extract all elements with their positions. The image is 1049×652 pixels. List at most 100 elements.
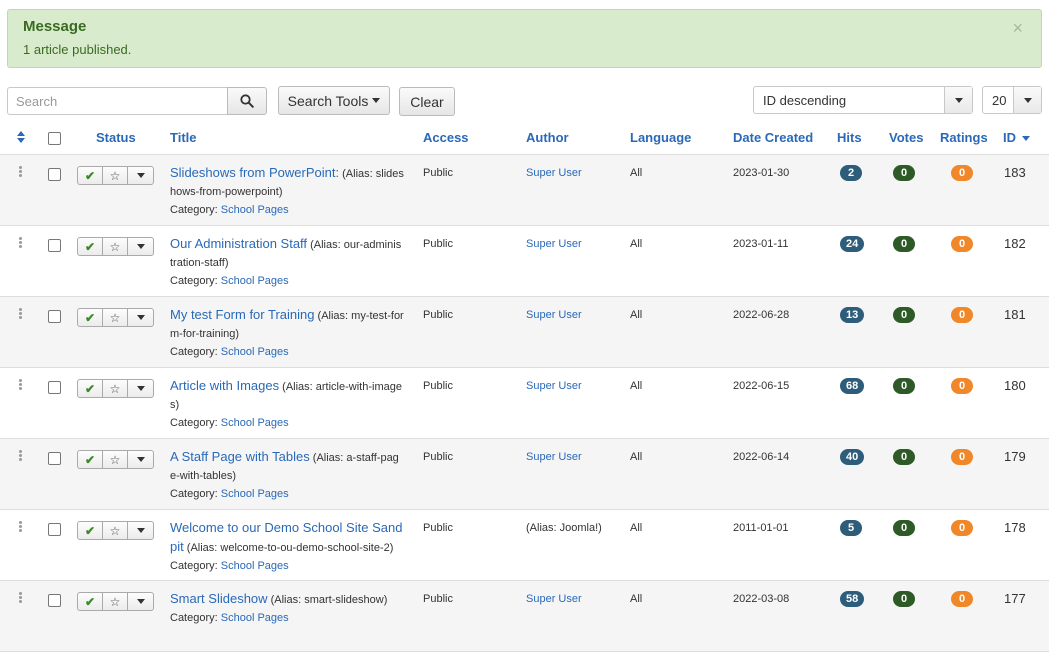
category-link[interactable]: School Pages — [221, 488, 289, 500]
message-text: 1 article published. — [23, 42, 132, 57]
id-value: 182 — [1004, 236, 1026, 251]
hits-badge: 5 — [840, 520, 862, 536]
drag-handle-icon[interactable] — [19, 592, 23, 604]
column-status[interactable]: Status — [96, 130, 136, 145]
category-link[interactable]: School Pages — [221, 204, 289, 216]
published-toggle[interactable]: ✔ — [78, 522, 103, 539]
category-link[interactable]: School Pages — [221, 346, 289, 358]
title-cell: Smart Slideshow (Alias: smart-slideshow)… — [170, 590, 410, 627]
status-button-group: ✔ ☆ — [77, 166, 154, 185]
featured-toggle[interactable]: ☆ — [103, 451, 128, 468]
id-value: 177 — [1004, 591, 1026, 606]
actions-dropdown[interactable] — [128, 238, 153, 255]
category-label: Category: — [170, 560, 218, 572]
access-value: Public — [423, 380, 453, 392]
actions-dropdown[interactable] — [128, 309, 153, 326]
row-checkbox[interactable] — [48, 310, 61, 323]
access-value: Public — [423, 451, 453, 463]
limit-value: 20 — [992, 92, 1007, 108]
published-toggle[interactable]: ✔ — [78, 593, 103, 610]
drag-handle-icon[interactable] — [19, 166, 23, 178]
search-tools-button[interactable]: Search Tools — [278, 86, 390, 115]
category-link[interactable]: School Pages — [221, 560, 289, 572]
column-votes[interactable]: Votes — [889, 130, 923, 145]
column-id[interactable]: ID — [1003, 130, 1030, 145]
article-title-link[interactable]: Our Administration Staff — [170, 236, 307, 251]
drag-handle-icon[interactable] — [19, 521, 23, 533]
votes-badge: 0 — [893, 378, 915, 394]
actions-dropdown[interactable] — [128, 522, 153, 539]
sort-icon[interactable] — [16, 130, 26, 144]
date-created-value: 2011-01-01 — [733, 522, 789, 534]
star-icon: ☆ — [109, 452, 121, 467]
author-link[interactable]: Super User — [526, 593, 582, 605]
author-link[interactable]: Super User — [526, 451, 582, 463]
column-access[interactable]: Access — [423, 130, 469, 145]
limit-select[interactable]: 20 — [982, 86, 1042, 114]
column-date-created[interactable]: Date Created — [733, 130, 813, 145]
published-toggle[interactable]: ✔ — [78, 167, 103, 184]
star-icon: ☆ — [109, 310, 121, 325]
close-icon[interactable]: × — [1012, 19, 1023, 37]
featured-toggle[interactable]: ☆ — [103, 167, 128, 184]
id-value: 180 — [1004, 378, 1026, 393]
check-icon: ✔ — [84, 168, 96, 183]
hits-badge: 24 — [840, 236, 865, 252]
row-checkbox[interactable] — [48, 452, 61, 465]
author-link[interactable]: Super User — [526, 167, 582, 179]
column-id-label: ID — [1003, 130, 1016, 145]
published-toggle[interactable]: ✔ — [78, 309, 103, 326]
article-title-link[interactable]: Smart Slideshow — [170, 591, 268, 606]
drag-handle-icon[interactable] — [19, 308, 23, 320]
column-hits[interactable]: Hits — [837, 130, 862, 145]
article-title-link[interactable]: My test Form for Training — [170, 307, 314, 322]
published-toggle[interactable]: ✔ — [78, 380, 103, 397]
row-checkbox[interactable] — [48, 381, 61, 394]
row-checkbox[interactable] — [48, 523, 61, 536]
drag-handle-icon[interactable] — [19, 379, 23, 391]
drag-handle-icon[interactable] — [19, 237, 23, 249]
actions-dropdown[interactable] — [128, 593, 153, 610]
featured-toggle[interactable]: ☆ — [103, 380, 128, 397]
title-cell: Our Administration Staff (Alias: our-adm… — [170, 235, 410, 290]
column-author[interactable]: Author — [526, 130, 569, 145]
actions-dropdown[interactable] — [128, 451, 153, 468]
ratings-badge: 0 — [951, 378, 973, 394]
search-button[interactable] — [227, 87, 267, 115]
actions-dropdown[interactable] — [128, 167, 153, 184]
featured-toggle[interactable]: ☆ — [103, 238, 128, 255]
category-link[interactable]: School Pages — [221, 417, 289, 429]
select-all-checkbox[interactable] — [48, 132, 61, 145]
column-language[interactable]: Language — [630, 130, 691, 145]
column-title[interactable]: Title — [170, 130, 197, 145]
published-toggle[interactable]: ✔ — [78, 451, 103, 468]
search-input[interactable] — [7, 87, 228, 115]
ordering-select[interactable]: ID descending — [753, 86, 973, 114]
featured-toggle[interactable]: ☆ — [103, 522, 128, 539]
author-link[interactable]: Super User — [526, 309, 582, 321]
featured-toggle[interactable]: ☆ — [103, 593, 128, 610]
row-checkbox[interactable] — [48, 168, 61, 181]
column-ratings[interactable]: Ratings — [940, 130, 988, 145]
category-label: Category: — [170, 204, 218, 216]
author-link[interactable]: Super User — [526, 380, 582, 392]
article-title-link[interactable]: A Staff Page with Tables — [170, 449, 310, 464]
article-title-link[interactable]: Article with Images — [170, 378, 279, 393]
status-button-group: ✔ ☆ — [77, 450, 154, 469]
clear-button[interactable]: Clear — [399, 87, 455, 116]
author-link[interactable]: Super User — [526, 238, 582, 250]
votes-badge: 0 — [893, 236, 915, 252]
chevron-down-icon — [1013, 87, 1041, 113]
actions-dropdown[interactable] — [128, 380, 153, 397]
category-link[interactable]: School Pages — [221, 612, 289, 624]
row-checkbox[interactable] — [48, 594, 61, 607]
article-title-link[interactable]: Slideshows from PowerPoint: — [170, 165, 339, 180]
featured-toggle[interactable]: ☆ — [103, 309, 128, 326]
row-checkbox[interactable] — [48, 239, 61, 252]
category-link[interactable]: School Pages — [221, 275, 289, 287]
ratings-badge: 0 — [951, 449, 973, 465]
date-created-value: 2023-01-30 — [733, 167, 790, 179]
drag-handle-icon[interactable] — [19, 450, 23, 462]
published-toggle[interactable]: ✔ — [78, 238, 103, 255]
access-value: Public — [423, 238, 453, 250]
